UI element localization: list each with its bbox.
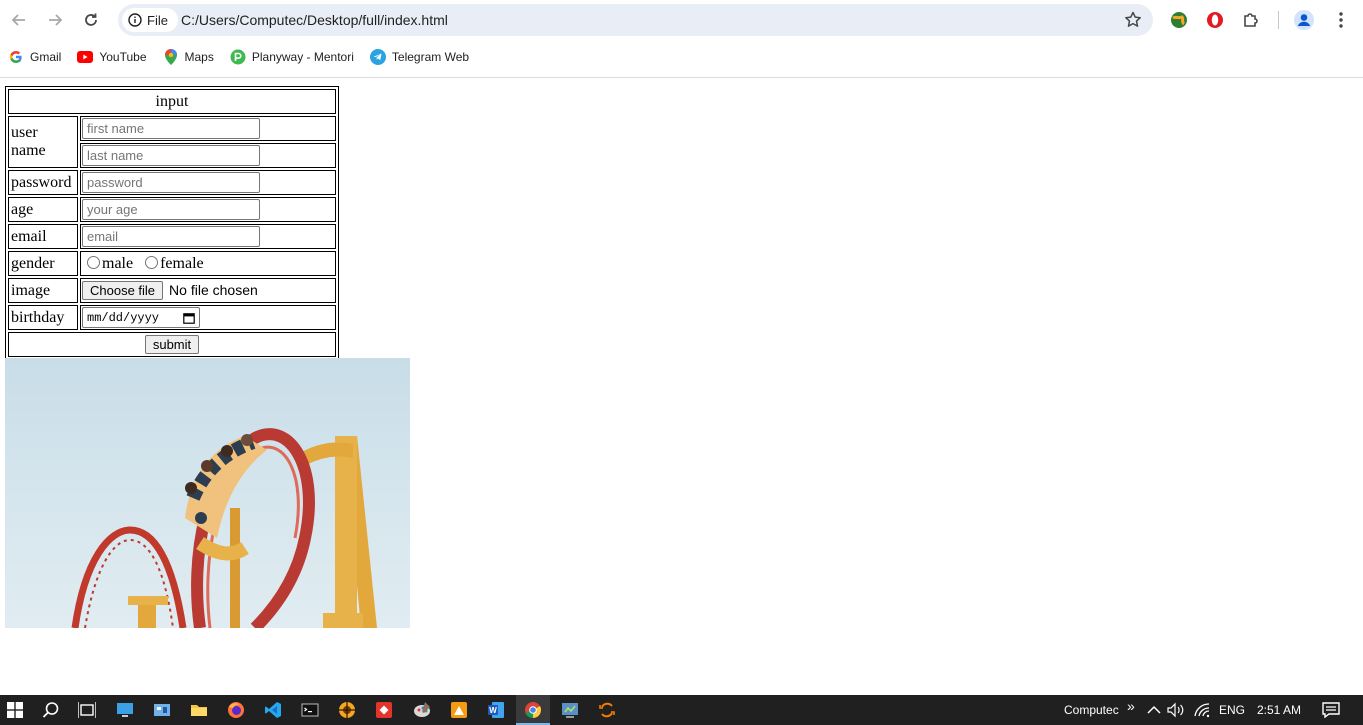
sync-app-icon[interactable] bbox=[596, 699, 618, 721]
vscode-icon[interactable] bbox=[262, 699, 284, 721]
image-cell: Choose file No file chosen bbox=[80, 278, 336, 303]
bookmark-youtube[interactable]: YouTube bbox=[77, 47, 147, 67]
gender-label: gender bbox=[8, 251, 78, 276]
email-input[interactable] bbox=[82, 226, 260, 247]
google-icon bbox=[8, 49, 24, 65]
extension-globe-icon[interactable] bbox=[1168, 9, 1190, 31]
bookmark-maps[interactable]: Maps bbox=[163, 47, 214, 67]
firefox-icon[interactable] bbox=[225, 699, 247, 721]
youtube-icon bbox=[77, 49, 94, 65]
reload-icon bbox=[85, 13, 97, 26]
forward-arrow-icon bbox=[49, 14, 63, 26]
first-name-cell bbox=[80, 116, 336, 141]
no-file-chosen-text: No file chosen bbox=[169, 282, 258, 298]
browser-chrome: File C:/Users/Computec/Desktop/full/inde… bbox=[0, 0, 1363, 78]
opera-extension-icon[interactable] bbox=[1204, 9, 1226, 31]
svg-text:W: W bbox=[489, 706, 497, 715]
taskbar-user-label[interactable]: Computec bbox=[1064, 703, 1119, 717]
orange-app-icon[interactable] bbox=[448, 699, 470, 721]
registration-form-table: input user name password age email bbox=[5, 86, 339, 360]
info-icon bbox=[128, 13, 142, 27]
username-label: user name bbox=[8, 116, 78, 168]
image-label: image bbox=[8, 278, 78, 303]
paint-app-icon[interactable] bbox=[411, 699, 433, 721]
windows-start-icon[interactable] bbox=[4, 699, 26, 721]
back-button[interactable] bbox=[7, 8, 31, 32]
submit-cell: submit bbox=[8, 332, 336, 357]
url-text[interactable]: C:/Users/Computec/Desktop/full/index.htm… bbox=[181, 12, 448, 28]
bookmark-label: YouTube bbox=[99, 50, 147, 64]
bookmark-label: Gmail bbox=[30, 50, 62, 64]
toolbar-divider bbox=[1278, 11, 1279, 29]
bookmark-label: Planyway - Mentori bbox=[251, 50, 354, 64]
app-target-icon[interactable] bbox=[336, 699, 358, 721]
male-radio[interactable] bbox=[87, 255, 100, 269]
chrome-icon[interactable] bbox=[522, 699, 544, 721]
email-cell bbox=[80, 224, 336, 249]
site-info-label: File bbox=[147, 12, 168, 28]
bookmark-label: Telegram Web bbox=[391, 50, 470, 64]
network-tool-icon[interactable] bbox=[559, 699, 581, 721]
female-radio[interactable] bbox=[145, 255, 159, 269]
back-arrow-icon bbox=[11, 14, 25, 26]
page-content: input user name password age email bbox=[0, 79, 1363, 695]
password-input[interactable] bbox=[82, 172, 260, 193]
command-prompt-icon[interactable] bbox=[299, 699, 321, 721]
search-icon[interactable] bbox=[40, 699, 62, 721]
task-view-icon[interactable] bbox=[76, 699, 98, 721]
birthday-label: birthday bbox=[8, 305, 78, 330]
monitor-app-icon[interactable] bbox=[114, 699, 136, 721]
submit-button[interactable]: submit bbox=[144, 335, 200, 354]
bookmark-planyway[interactable]: Planyway - Mentori bbox=[230, 47, 354, 67]
password-cell bbox=[80, 170, 336, 195]
password-label: password bbox=[8, 170, 78, 195]
date-placeholder: mm/dd/yyyy bbox=[87, 310, 160, 325]
taskbar-overflow-chevron[interactable]: » bbox=[1127, 698, 1135, 714]
windows-taskbar: W Computec » ENG 2:51 AM bbox=[0, 695, 1363, 725]
control-panel-icon[interactable] bbox=[151, 699, 173, 721]
bookmark-gmail[interactable]: Gmail bbox=[8, 47, 61, 67]
gender-cell: male female bbox=[80, 251, 336, 276]
birthday-date-input[interactable]: mm/dd/yyyy bbox=[82, 307, 200, 328]
extensions-puzzle-icon[interactable] bbox=[1240, 9, 1262, 31]
forward-button[interactable] bbox=[43, 8, 67, 32]
first-name-input[interactable] bbox=[82, 118, 260, 139]
bookmark-telegram[interactable]: Telegram Web bbox=[369, 47, 470, 67]
volume-icon[interactable] bbox=[1165, 699, 1187, 721]
calendar-icon[interactable] bbox=[183, 312, 195, 324]
birthday-cell: mm/dd/yyyy bbox=[80, 305, 336, 330]
reload-button[interactable] bbox=[79, 8, 103, 32]
choose-file-button[interactable]: Choose file bbox=[82, 281, 164, 300]
file-explorer-icon[interactable] bbox=[188, 699, 210, 721]
show-hidden-icons-icon[interactable] bbox=[1143, 699, 1165, 721]
address-bar[interactable]: File C:/Users/Computec/Desktop/full/inde… bbox=[118, 4, 1153, 36]
notifications-icon[interactable] bbox=[1320, 699, 1342, 721]
last-name-cell bbox=[80, 143, 336, 168]
female-radio-label: female bbox=[160, 254, 204, 272]
profile-avatar-icon[interactable] bbox=[1293, 9, 1315, 31]
age-cell bbox=[80, 197, 336, 222]
wifi-icon[interactable] bbox=[1191, 699, 1213, 721]
age-label: age bbox=[8, 197, 78, 222]
word-icon[interactable]: W bbox=[485, 699, 507, 721]
age-input[interactable] bbox=[82, 199, 260, 220]
email-label: email bbox=[8, 224, 78, 249]
bookmarks-bar: Gmail YouTube Maps Planyway - Mentori Te… bbox=[8, 47, 469, 67]
anydesk-icon[interactable] bbox=[373, 699, 395, 721]
bookmark-label: Maps bbox=[184, 50, 214, 64]
form-header: input bbox=[8, 89, 336, 114]
last-name-input[interactable] bbox=[82, 145, 260, 166]
telegram-icon bbox=[369, 49, 386, 65]
language-indicator[interactable]: ENG bbox=[1219, 703, 1245, 717]
planyway-icon bbox=[230, 49, 246, 65]
clock-time[interactable]: 2:51 AM bbox=[1257, 703, 1301, 717]
maps-icon bbox=[163, 49, 179, 65]
bookmark-star-icon[interactable] bbox=[1123, 10, 1143, 30]
male-radio-label: male bbox=[102, 254, 134, 272]
site-info-chip[interactable]: File bbox=[122, 8, 178, 32]
rollercoaster-image bbox=[5, 358, 410, 628]
more-menu-icon[interactable] bbox=[1330, 9, 1352, 31]
